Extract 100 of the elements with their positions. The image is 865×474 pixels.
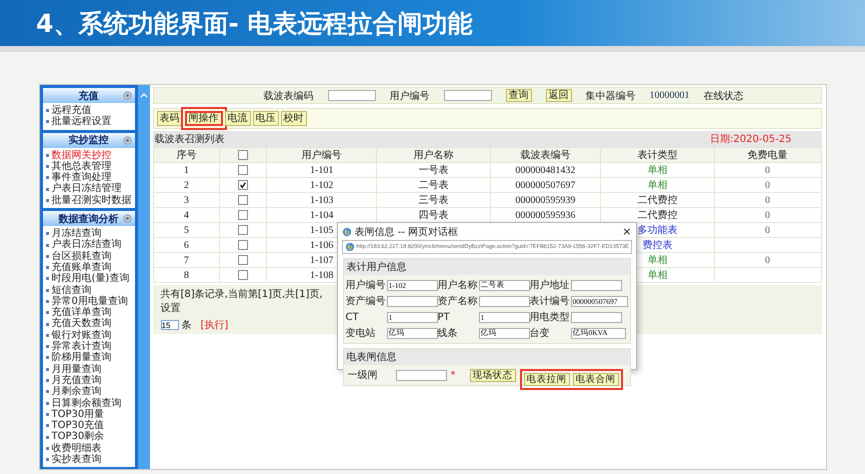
page-size-field[interactable]: 15	[160, 320, 178, 330]
menu-item[interactable]: 充值天数查询	[42, 318, 134, 330]
checkbox[interactable]	[238, 150, 248, 160]
table-cell: 0	[765, 210, 770, 220]
meter-type: 单相	[647, 255, 668, 266]
input-field[interactable]	[386, 296, 438, 306]
table-cell: 0	[765, 164, 770, 176]
toolbar-tab[interactable]: 电压	[252, 111, 278, 126]
input-field[interactable]	[570, 312, 622, 322]
gate-field[interactable]	[396, 370, 446, 380]
toolbar-tab[interactable]: 表码	[156, 111, 182, 126]
menu-item[interactable]: 银行对账查询	[42, 330, 134, 342]
field-label: 资产编号	[346, 294, 386, 308]
table-cell: 000000595936	[515, 210, 576, 220]
table-cell: 0	[765, 224, 770, 236]
close-button[interactable]: ×	[622, 225, 632, 238]
menu-item[interactable]: TOP30剩余	[42, 431, 134, 443]
menu-item[interactable]: 异常表计查询	[42, 341, 134, 352]
user-number-field[interactable]	[444, 90, 492, 101]
toolbar-tab[interactable]: 电流	[224, 111, 250, 126]
concentrator-number: 10000001	[650, 90, 690, 101]
menu-item[interactable]: 收费明细表	[42, 442, 134, 454]
dialog-button[interactable]: 电表合闸	[572, 372, 618, 386]
field-label: 线条	[438, 326, 458, 340]
checkbox[interactable]	[238, 270, 248, 280]
table-cell: 0	[765, 180, 770, 190]
dialog-button[interactable]: 电表拉闸	[524, 372, 570, 386]
checkbox[interactable]	[238, 240, 248, 250]
menu-item[interactable]: 异常0用电量查询	[42, 296, 134, 308]
menu-item[interactable]: 日算剩余额查询	[42, 398, 134, 409]
meter-type: 费控表	[642, 240, 672, 251]
meter-type: 单相	[647, 165, 668, 176]
table-cell: 6	[153, 238, 220, 252]
collapse-icon[interactable]	[122, 91, 132, 100]
section-header[interactable]: 充值	[42, 88, 134, 103]
section-header[interactable]: 实抄监控	[42, 132, 134, 148]
meter-type: 二代费控	[637, 195, 678, 206]
section-header[interactable]: 数据查询分析	[42, 211, 134, 226]
table-cell: 8	[153, 268, 220, 282]
checkbox[interactable]	[238, 225, 248, 236]
required-mark: *	[450, 370, 456, 380]
table-cell: 二号表	[418, 180, 449, 191]
chevron-up-icon[interactable]	[140, 93, 148, 98]
menu-item[interactable]: 月剩余查询	[42, 386, 134, 398]
column-header: 用户名称	[376, 148, 490, 162]
menu-item[interactable]: TOP30充值	[42, 420, 134, 432]
checkbox[interactable]	[238, 210, 248, 220]
date-label: 日期:2020-05-25	[710, 132, 792, 146]
menu-item[interactable]: 月冻结查询	[42, 228, 134, 240]
menu-item[interactable]: 充值详单查询	[42, 307, 134, 318]
menu-item[interactable]: 月充值查询	[42, 374, 134, 386]
menu-item[interactable]: 月用量查询	[42, 364, 134, 375]
field-label: 用户编号	[390, 90, 430, 102]
menu-item[interactable]: 其他总表管理	[42, 160, 134, 172]
menu-item[interactable]: 批量召测实时数据	[42, 194, 134, 206]
menu-item[interactable]: 远程充值	[42, 105, 134, 116]
menu-item[interactable]: 数据网关抄控	[42, 150, 134, 161]
checkbox[interactable]	[238, 195, 248, 206]
toolbar-tab[interactable]: 校时	[280, 111, 306, 126]
menu-item[interactable]: 户表日冻结查询	[42, 239, 134, 251]
collapse-icon[interactable]	[122, 136, 132, 145]
field-label: 变电站	[346, 326, 376, 340]
collapse-icon[interactable]	[122, 214, 132, 224]
menu-item[interactable]: 时段用电(量)查询	[42, 273, 134, 285]
input-field[interactable]	[478, 296, 530, 306]
table-cell: 000000481432	[515, 164, 576, 176]
column-header: 用户编号	[266, 148, 377, 162]
table-cell: 四号表	[418, 210, 449, 221]
table-cell: 1-101	[266, 162, 377, 178]
input-field[interactable]	[570, 280, 622, 290]
table-cell: 5	[153, 222, 220, 238]
table-cell: 4	[153, 208, 220, 222]
checkbox[interactable]	[238, 255, 248, 266]
menu-item[interactable]: 实抄表查询	[42, 454, 134, 466]
browser-icon	[342, 226, 352, 236]
menu-item[interactable]: 批量远程设置	[42, 116, 134, 128]
field-label: PT	[438, 312, 451, 322]
dialog-button[interactable]: 现场状态	[470, 368, 516, 382]
menu-item[interactable]: 短信查询	[42, 284, 134, 296]
menu-item[interactable]: 户表日冻结管理	[42, 183, 134, 195]
menu-item[interactable]: 事件查询处理	[42, 172, 134, 184]
run-link[interactable]: [执行]	[200, 318, 228, 332]
column-header: 序号	[153, 148, 220, 162]
checkbox[interactable]	[238, 180, 248, 190]
table-cell: 0	[765, 194, 770, 206]
meter-type: 单相	[647, 180, 668, 191]
menu-item[interactable]: 充值账单查询	[42, 262, 134, 274]
meter-type: 二代费控	[637, 210, 678, 221]
back-button[interactable]: 返回	[546, 89, 572, 102]
table-cell: 一号表	[418, 165, 449, 176]
menu-item[interactable]: 台区损耗查询	[42, 250, 134, 262]
meter-code-field[interactable]	[328, 90, 376, 101]
table-cell: 1	[153, 162, 220, 178]
search-button[interactable]: 查询	[506, 89, 532, 102]
meter-type: 多功能表	[637, 225, 678, 236]
checkbox[interactable]	[238, 165, 248, 176]
meter-type: 单相	[647, 270, 668, 281]
menu-item[interactable]: 阶梯用量查询	[42, 352, 134, 364]
field-label: 表计编号	[530, 294, 570, 308]
menu-item[interactable]: TOP30用量	[42, 408, 134, 420]
